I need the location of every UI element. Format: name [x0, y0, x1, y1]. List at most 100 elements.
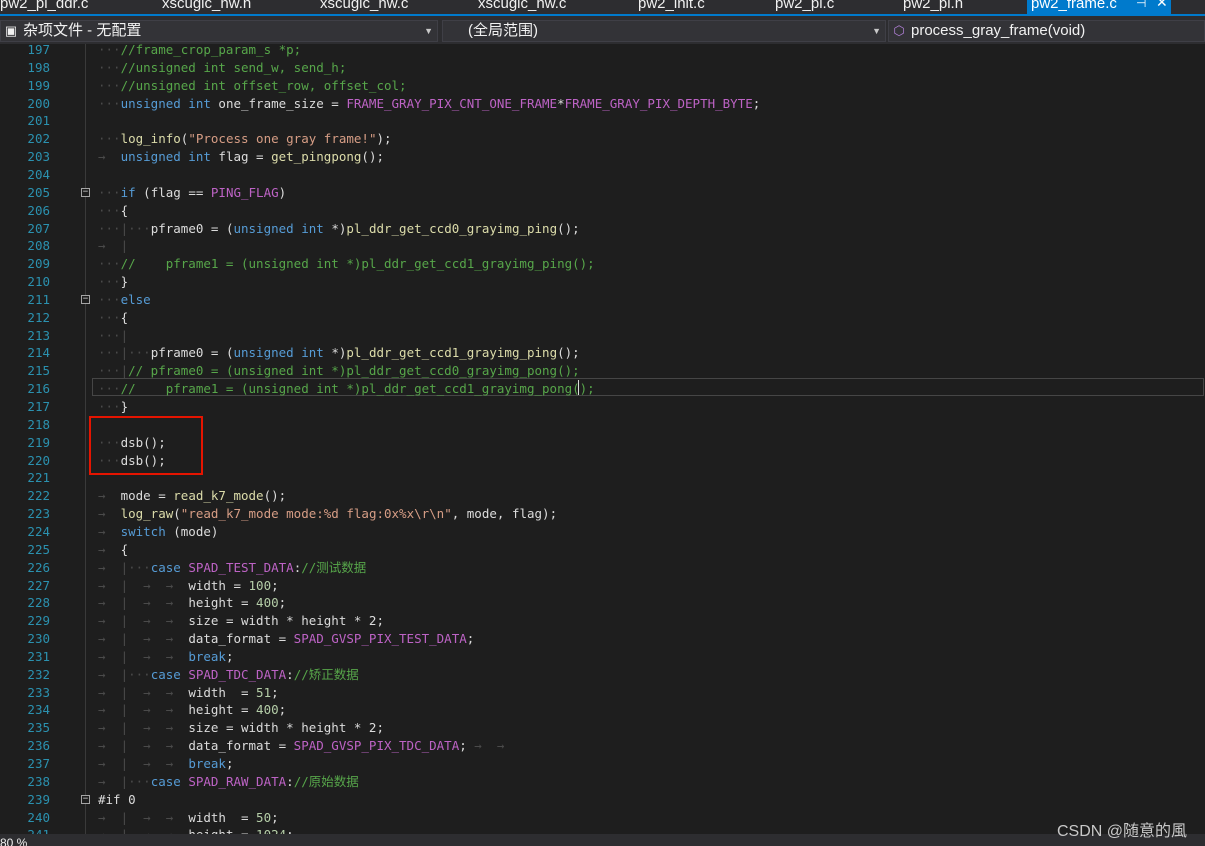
code-text: → | → → height = 1024;: [98, 826, 294, 834]
token-cmt: //unsigned int offset_row, offset_col;: [120, 77, 407, 93]
function-dropdown[interactable]: ⬡ process_gray_frame(void): [888, 20, 1205, 42]
code-text: → |···case SPAD_RAW_DATA://原始数据: [98, 773, 359, 791]
code-line[interactable]: 222 → mode = read_k7_mode();: [0, 487, 1205, 505]
token-ws: ···|: [98, 363, 129, 379]
token-text: ;: [225, 648, 234, 664]
zoom-level[interactable]: 80 %: [0, 836, 27, 846]
code-line[interactable]: 231 → | → → break;: [0, 648, 1205, 666]
code-line[interactable]: 209 ···// pframe1 = (unsigned int *)pl_dd…: [0, 255, 1205, 273]
code-line[interactable]: 216 ···// pframe1 = (unsigned int *)pl_dd…: [0, 380, 1205, 398]
line-number: 204: [27, 166, 50, 182]
token-ws: → | → →: [98, 613, 189, 629]
code-text: ···//frame_crop_param_s *p;: [98, 44, 301, 59]
code-line[interactable]: 207 ···|···pframe0 = (unsigned int *)pl_d…: [0, 220, 1205, 238]
code-line[interactable]: 212 ···{: [0, 309, 1205, 327]
code-line[interactable]: 204: [0, 166, 1205, 184]
code-line[interactable]: 203 → unsigned int flag = get_pingpong();: [0, 148, 1205, 166]
code-editor[interactable]: 197 ···//frame_crop_param_s *p; 198 ···//un…: [0, 44, 1205, 834]
token-text: ();: [263, 488, 287, 504]
code-line[interactable]: 206 ···{: [0, 202, 1205, 220]
token-ws: ···: [98, 44, 121, 57]
tab-xscugic-hw-c-1[interactable]: xscugic_hw.c: [320, 0, 408, 14]
code-line[interactable]: 213 ···|: [0, 327, 1205, 345]
code-text: → | → → width = 51;: [98, 684, 279, 702]
code-line[interactable]: 229 → | → → size = width * height * 2;: [0, 612, 1205, 630]
fold-toggle-icon[interactable]: −: [81, 794, 90, 804]
token-text: }: [120, 399, 129, 414]
code-line[interactable]: 225 → {: [0, 541, 1205, 559]
line-number: 232: [27, 666, 50, 682]
token-cmt: //frame_crop_param_s *p;: [120, 44, 302, 57]
token-cmt: //测试数据: [301, 559, 367, 575]
code-line[interactable]: 208 → |: [0, 237, 1205, 255]
code-line[interactable]: 215 ···|// pframe0 = (unsigned int *)pl_d…: [0, 362, 1205, 380]
token-cmt: //unsigned int send_w, send_h;: [120, 59, 347, 75]
token-text: height =: [188, 827, 256, 834]
token-macro: SPAD_RAW_DATA: [188, 773, 287, 789]
line-number: 207: [27, 220, 50, 236]
token-text: (flag ==: [135, 184, 211, 200]
code-line[interactable]: 234 → | → → height = 400;: [0, 701, 1205, 719]
token-ws: ···: [98, 274, 121, 290]
token-text: ;: [271, 809, 279, 825]
code-text: ···log_info("Process one gray frame!");: [98, 130, 392, 148]
tab-xscugic-hw-h[interactable]: xscugic_hw.h: [162, 0, 251, 14]
code-text: ···|: [98, 327, 128, 345]
code-line[interactable]: 232 → |···case SPAD_TDC_DATA://矫正数据: [0, 666, 1205, 684]
code-line[interactable]: 202 ···log_info("Process one gray frame!"…: [0, 130, 1205, 148]
code-line[interactable]: 198 ···//unsigned int send_w, send_h;: [0, 59, 1205, 77]
fold-toggle-icon[interactable]: −: [81, 187, 90, 197]
code-line[interactable]: 217 ···}: [0, 398, 1205, 416]
code-line[interactable]: 228 → | → → height = 400;: [0, 594, 1205, 612]
close-icon[interactable]: ✕: [1156, 0, 1168, 11]
token-ws: ···: [98, 256, 121, 272]
token-kw: unsigned int: [233, 345, 324, 361]
code-line[interactable]: 241 → | → → height = 1024;: [0, 826, 1205, 834]
project-dropdown[interactable]: ▣ 杂项文件 - 无配置 ▼: [0, 20, 438, 42]
token-cmt: //矫正数据: [293, 666, 359, 682]
code-line[interactable]: 200 ···unsigned int one_frame_size = FRAM…: [0, 95, 1205, 113]
code-line[interactable]: 233 → | → → width = 51;: [0, 684, 1205, 702]
code-text: ···// pframe1 = (unsigned int *)pl_ddr_g…: [98, 255, 595, 273]
code-line[interactable]: 197 ···//frame_crop_param_s *p;: [0, 44, 1205, 59]
code-line[interactable]: 238 → |···case SPAD_RAW_DATA://原始数据: [0, 773, 1205, 791]
code-line[interactable]: 230 → | → → data_format = SPAD_GVSP_PIX_T…: [0, 630, 1205, 648]
code-line[interactable]: 240 → | → → width = 50;: [0, 809, 1205, 827]
tab-xscugic-hw-c-2[interactable]: xscugic_hw.c: [478, 0, 566, 14]
code-line[interactable]: 224 → switch (mode): [0, 523, 1205, 541]
scope-dropdown[interactable]: (全局范围) ▼: [442, 20, 886, 42]
tab-pw2-pl-ddr-c[interactable]: pw2_pl_ddr.c: [0, 0, 88, 14]
code-line[interactable]: 201: [0, 112, 1205, 130]
code-line[interactable]: 226 → |···case SPAD_TEST_DATA://测试数据: [0, 559, 1205, 577]
token-text: ;: [752, 95, 761, 111]
tab-pw2-init-c[interactable]: pw2_init.c: [638, 0, 705, 14]
code-line[interactable]: 214 ···|···pframe0 = (unsigned int *)pl_d…: [0, 344, 1205, 362]
code-line[interactable]: 239 − #if 0: [0, 791, 1205, 809]
token-cmt: // pframe1 = (unsigned int *)pl_ddr_get_…: [120, 256, 595, 272]
tab-pw2-frame-c[interactable]: pw2_frame.c: [1027, 0, 1171, 14]
code-line[interactable]: 235 → | → → size = width * height * 2;: [0, 719, 1205, 737]
line-number: 219: [27, 434, 50, 450]
token-ws: →: [98, 506, 121, 522]
token-kw: break: [188, 756, 226, 771]
code-line[interactable]: 199 ···//unsigned int offset_row, offset_…: [0, 77, 1205, 95]
code-line[interactable]: 236 → | → → data_format = SPAD_GVSP_PIX_T…: [0, 737, 1205, 755]
token-num: 51: [256, 684, 272, 700]
line-number: 227: [27, 577, 50, 593]
token-ws: → |: [98, 238, 129, 254]
code-line[interactable]: 227 → | → → width = 100;: [0, 577, 1205, 595]
token-fn: pl_ddr_get_ccd1_grayimg_ping: [346, 345, 558, 361]
code-line[interactable]: 210 ···}: [0, 273, 1205, 291]
token-text: *): [323, 220, 347, 236]
fold-toggle-icon[interactable]: −: [81, 294, 90, 304]
code-line[interactable]: 205 − ···if (flag == PING_FLAG): [0, 184, 1205, 202]
code-line[interactable]: 237 → | → → break;: [0, 755, 1205, 773]
tab-pw2-pl-h[interactable]: pw2_pl.h: [903, 0, 963, 14]
code-line[interactable]: 211 − ···else: [0, 291, 1205, 309]
code-text: ···//unsigned int send_w, send_h;: [98, 59, 346, 77]
code-line[interactable]: 223 → log_raw("read_k7_mode mode:%d flag:…: [0, 505, 1205, 523]
pin-icon[interactable]: ⊣: [1136, 0, 1146, 10]
token-ws: ···|: [98, 327, 129, 343]
tab-pw2-pl-c[interactable]: pw2_pl.c: [775, 0, 834, 14]
line-number: 236: [27, 738, 50, 754]
